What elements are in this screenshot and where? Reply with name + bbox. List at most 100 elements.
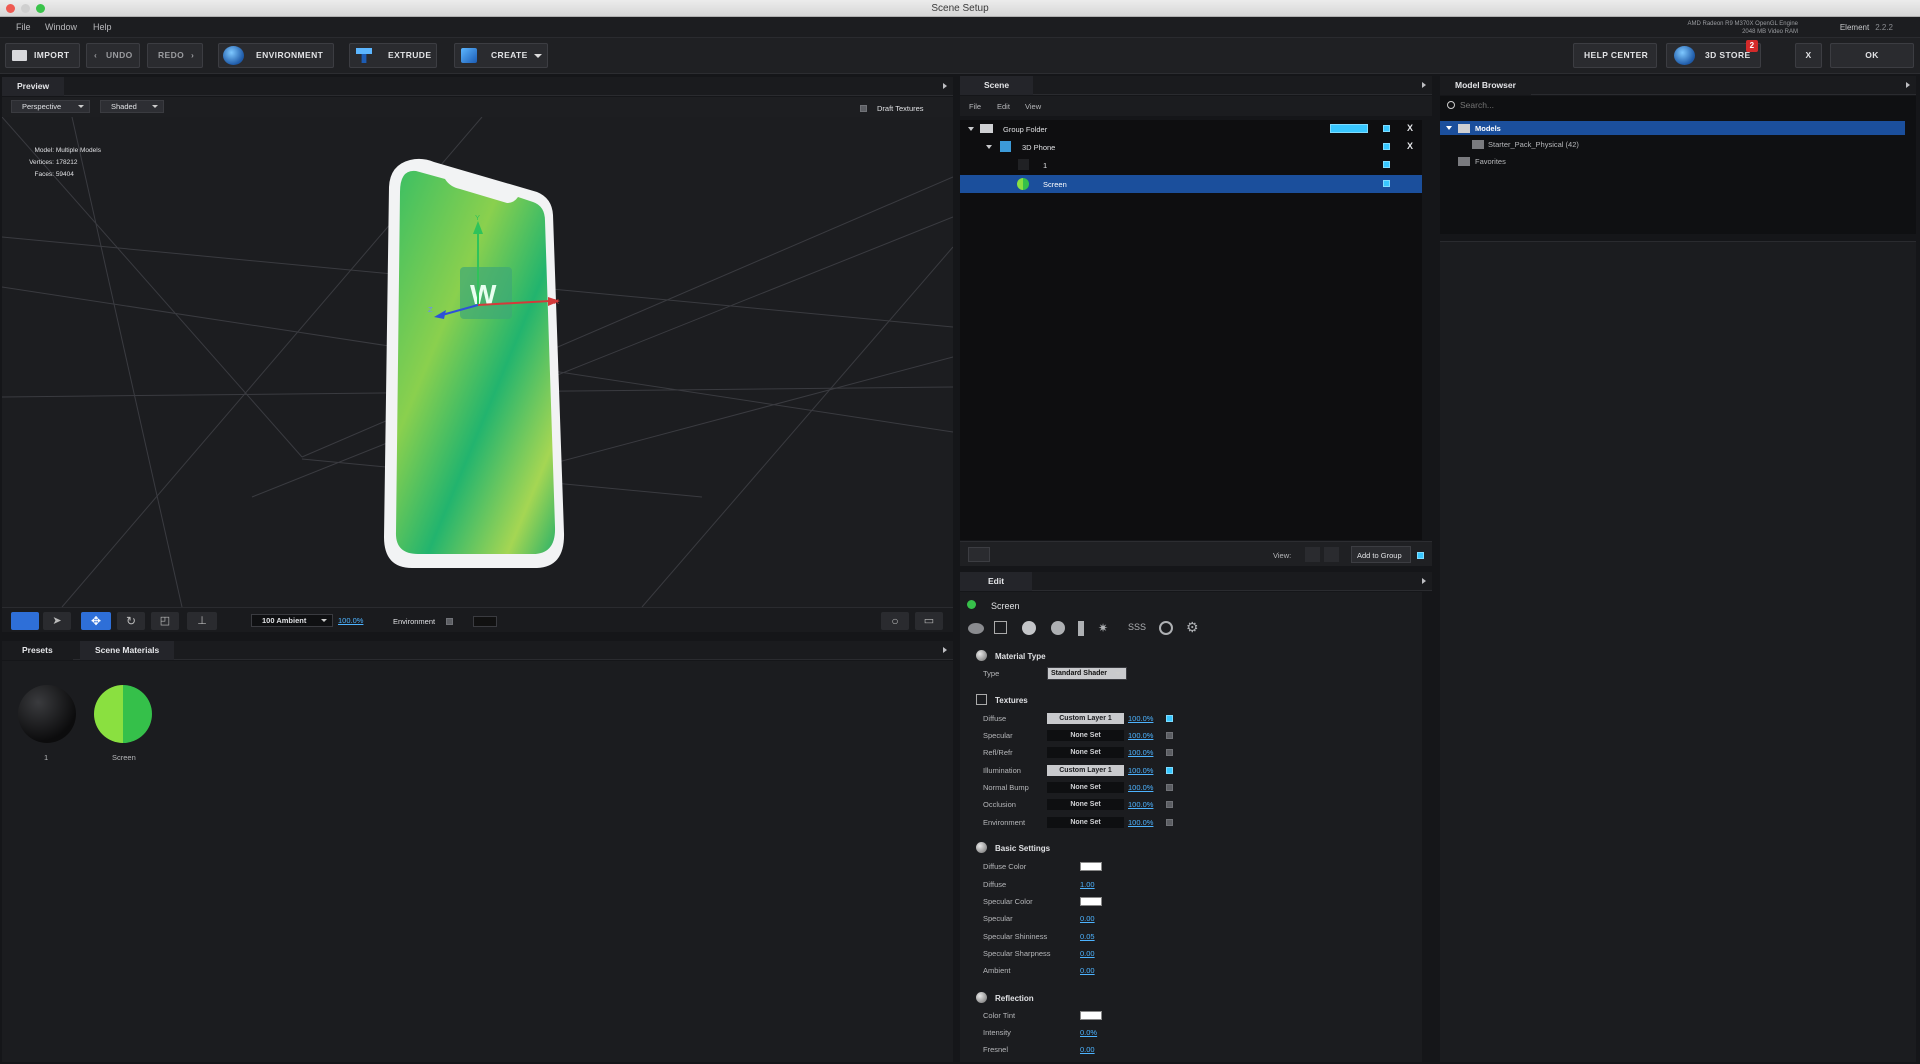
edit-expand-icon[interactable] (1422, 578, 1426, 584)
ambient-setting-value[interactable]: 0.00 (1080, 966, 1095, 975)
scene-expand-icon[interactable] (1422, 82, 1426, 88)
material-icon[interactable] (968, 623, 984, 634)
texture-percent[interactable]: 100.0% (1128, 731, 1153, 740)
globe-small-icon[interactable] (1159, 621, 1173, 635)
sphere-icon[interactable] (1022, 621, 1036, 635)
add-to-group-checkbox[interactable] (1417, 552, 1424, 559)
pivot-tool-icon[interactable]: ⊥ (187, 612, 217, 630)
3d-store-button[interactable]: 3D STORE 2 (1666, 40, 1761, 68)
intensity-value[interactable]: 0.0% (1080, 1028, 1097, 1037)
draft-textures-checkbox[interactable] (860, 105, 867, 112)
tab-scene[interactable]: Scene (960, 76, 1034, 95)
import-button[interactable]: IMPORT (5, 43, 80, 68)
texture-percent[interactable]: 100.0% (1128, 748, 1153, 757)
browser-row-models[interactable]: Models (1440, 121, 1905, 135)
scene-menu-edit[interactable]: Edit (997, 102, 1010, 111)
tab-scene-materials[interactable]: Scene Materials (80, 641, 175, 660)
close-window-icon[interactable] (6, 4, 15, 13)
tab-edit[interactable]: Edit (960, 572, 1033, 591)
texture-enable-checkbox[interactable] (1166, 801, 1173, 808)
view-sphere-icon[interactable] (1305, 547, 1320, 562)
material-thumb[interactable] (94, 685, 152, 743)
texture-percent[interactable]: 100.0% (1128, 800, 1153, 809)
scene-menu-file[interactable]: File (969, 102, 981, 111)
presets-expand-icon[interactable] (943, 647, 947, 653)
add-folder-icon[interactable] (968, 547, 990, 562)
specular-value[interactable]: 0.00 (1080, 914, 1095, 923)
expand-triangle-icon[interactable] (986, 145, 992, 149)
ambient-value[interactable]: 100.0% (338, 616, 363, 625)
texture-slot-button[interactable]: Custom Layer 1 (1047, 713, 1124, 724)
ambient-dropdown[interactable]: 100 Ambient (251, 614, 333, 627)
expand-triangle-icon[interactable] (968, 127, 974, 131)
help-center-button[interactable]: HELP CENTER (1573, 43, 1657, 68)
tree-row[interactable]: 3D Phone X (960, 138, 1422, 156)
browser-row-starter-pack[interactable]: Starter_Pack_Physical (42) (1440, 137, 1905, 151)
texture-percent[interactable]: 100.0% (1128, 714, 1153, 723)
view-grid-icon[interactable] (1324, 547, 1339, 562)
texture-slot-button[interactable]: Custom Layer 1 (1047, 765, 1124, 776)
diffuse-color-swatch[interactable] (1080, 862, 1102, 871)
texture-icon[interactable] (994, 621, 1007, 634)
visibility-toggle[interactable] (1383, 180, 1390, 187)
visibility-toggle[interactable] (1383, 143, 1390, 150)
tree-row[interactable]: Screen (960, 175, 1422, 193)
texture-slot-button[interactable]: None Set (1047, 799, 1124, 810)
maximize-window-icon[interactable] (36, 4, 45, 13)
light-icon[interactable]: ✷ (1098, 621, 1108, 635)
tree-row[interactable]: 1 (960, 156, 1422, 174)
sphere-view-icon[interactable]: ○ (881, 612, 909, 630)
menu-file[interactable]: File (16, 22, 31, 32)
texture-slot-button[interactable]: None Set (1047, 730, 1124, 741)
panel-expand-icon[interactable] (943, 83, 947, 89)
select-tool-icon[interactable]: ➤ (43, 612, 71, 630)
close-x-button[interactable]: X (1795, 43, 1822, 68)
rotate-tool-icon[interactable]: ↻ (117, 612, 145, 630)
scene-menu-view[interactable]: View (1025, 102, 1041, 111)
visibility-toggle[interactable] (1383, 125, 1390, 132)
specular-sharpness-value[interactable]: 0.00 (1080, 949, 1095, 958)
move-tool-icon[interactable]: ✥ (81, 612, 111, 630)
texture-percent[interactable]: 100.0% (1128, 818, 1153, 827)
texture-enable-checkbox[interactable] (1166, 715, 1173, 722)
tab-preview[interactable]: Preview (2, 77, 65, 96)
tab-model-browser[interactable]: Model Browser (1440, 76, 1531, 95)
remove-icon[interactable]: X (1407, 141, 1413, 151)
create-button[interactable]: CREATE (454, 43, 548, 68)
brush-icon[interactable] (1078, 621, 1084, 636)
3d-viewport[interactable]: W Y X Z Model: Multiple Models Vertices:… (2, 117, 953, 607)
tab-presets[interactable]: Presets (2, 641, 73, 660)
environment-swatch[interactable] (473, 616, 497, 627)
extrude-button[interactable]: EXTRUDE (349, 43, 437, 68)
browser-row-favorites[interactable]: Favorites (1440, 154, 1905, 168)
texture-enable-checkbox[interactable] (1166, 749, 1173, 756)
texture-slot-button[interactable]: None Set (1047, 747, 1124, 758)
undo-button[interactable]: ‹ UNDO (86, 43, 140, 68)
menu-window[interactable]: Window (45, 22, 77, 32)
fresnel-value[interactable]: 0.00 (1080, 1045, 1095, 1054)
diffuse-value[interactable]: 1.00 (1080, 880, 1095, 889)
texture-enable-checkbox[interactable] (1166, 784, 1173, 791)
gear-icon[interactable]: ⚙ (1186, 619, 1199, 636)
reflection-icon[interactable] (1051, 621, 1065, 635)
redo-button[interactable]: REDO › (147, 43, 203, 68)
environment-checkbox[interactable] (446, 618, 453, 625)
texture-enable-checkbox[interactable] (1166, 767, 1173, 774)
search-input[interactable] (1460, 98, 1908, 112)
specular-color-swatch[interactable] (1080, 897, 1102, 906)
visibility-toggle[interactable] (1383, 161, 1390, 168)
browser-expand-icon[interactable] (1906, 82, 1910, 88)
remove-icon[interactable]: X (1407, 123, 1413, 133)
minimize-window-icon[interactable] (21, 4, 30, 13)
menu-help[interactable]: Help (93, 22, 112, 32)
texture-slot-button[interactable]: None Set (1047, 782, 1124, 793)
texture-enable-checkbox[interactable] (1166, 819, 1173, 826)
shader-type-dropdown[interactable]: Standard Shader (1047, 667, 1127, 680)
tree-row[interactable]: Group Folder X (960, 120, 1422, 138)
pattern-icon[interactable]: SSS (1128, 622, 1146, 632)
expand-triangle-icon[interactable] (1446, 126, 1452, 130)
layer-color-dropdown[interactable] (1330, 124, 1368, 133)
material-thumb[interactable] (18, 685, 76, 743)
ok-button[interactable]: OK (1830, 43, 1914, 68)
screen-view-icon[interactable]: ▭ (915, 612, 943, 630)
